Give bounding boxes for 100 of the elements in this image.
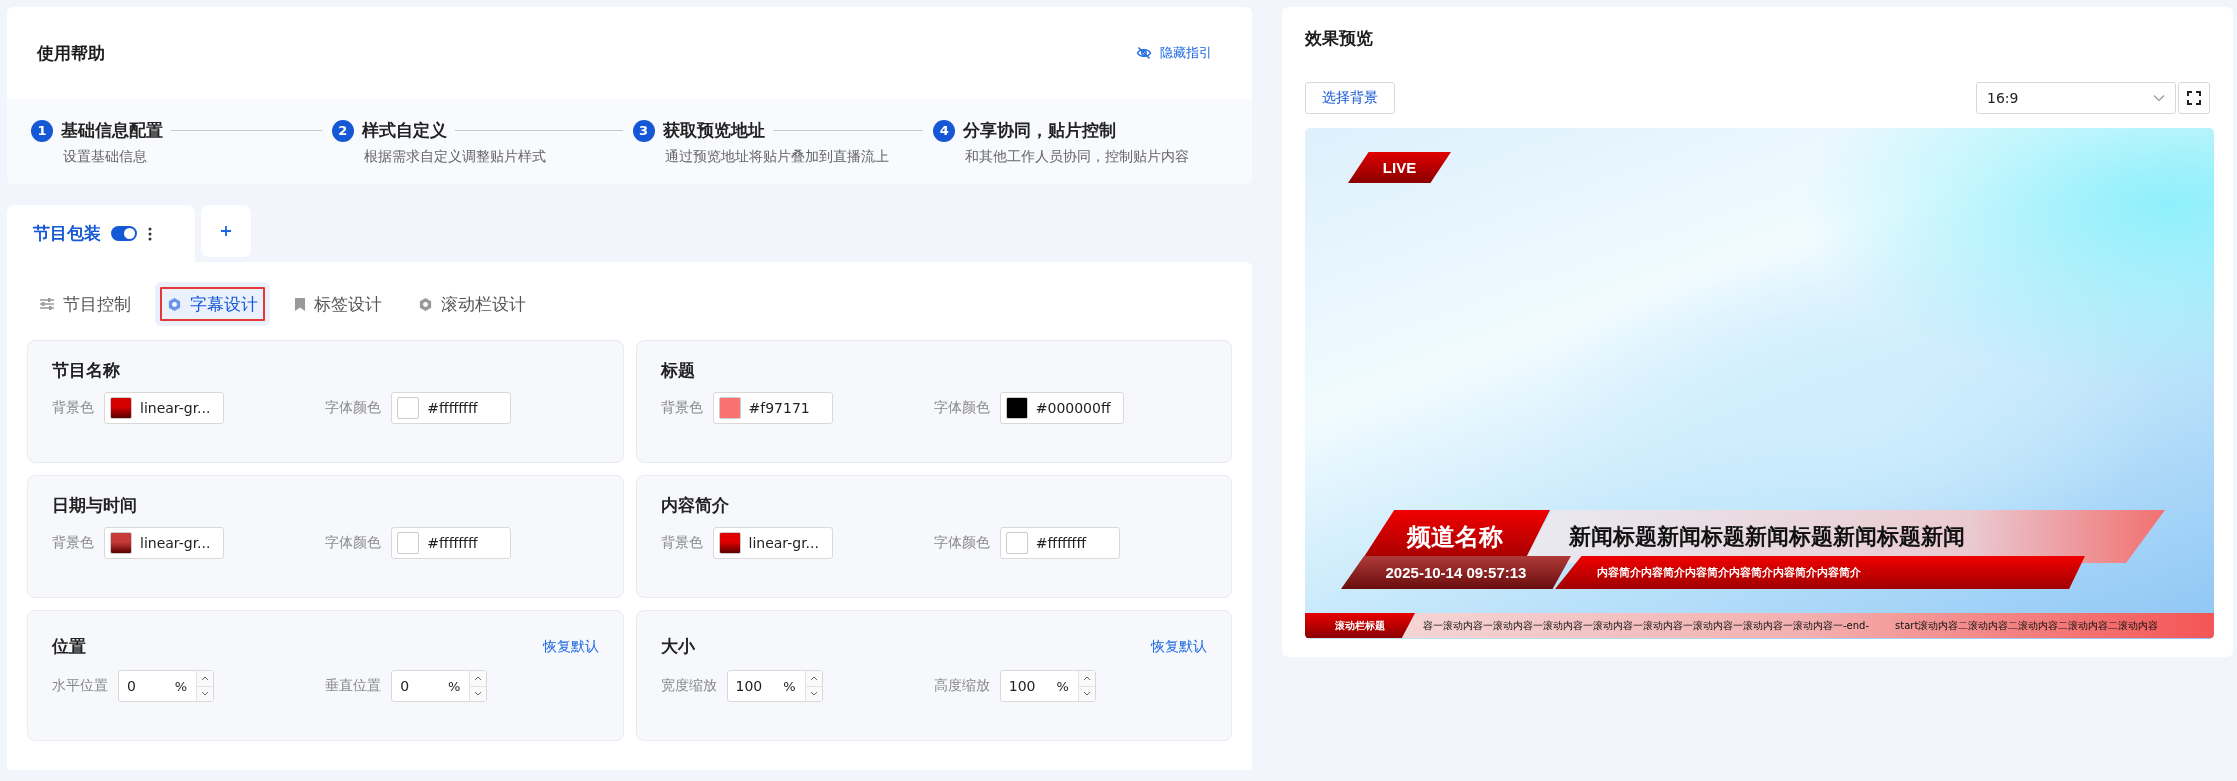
color-value: linear-gr... bbox=[748, 535, 819, 551]
sub-tab[interactable]: 标签设计 bbox=[282, 282, 394, 326]
help-title: 使用帮助 bbox=[37, 41, 105, 65]
toggle-switch[interactable] bbox=[111, 226, 137, 241]
hexagon-icon bbox=[418, 296, 433, 312]
color-field[interactable]: #ffffffff bbox=[391, 392, 512, 424]
field-label: 背景色 bbox=[52, 534, 94, 552]
color-field[interactable]: #f97171 bbox=[712, 392, 833, 424]
card-title: 大小 bbox=[660, 635, 695, 658]
fullscreen-icon bbox=[2187, 91, 2201, 105]
chevron-down-icon bbox=[201, 691, 209, 697]
preview-title: 效果预览 bbox=[1305, 27, 1374, 50]
card-title: 日期与时间 bbox=[52, 494, 137, 517]
sub-tab[interactable]: 字幕设计 bbox=[155, 282, 270, 326]
chevron-up-icon bbox=[809, 675, 818, 681]
step-description: 和其他工作人员协同，控制贴片内容 bbox=[965, 148, 1191, 166]
field-label: 宽度缩放 bbox=[660, 677, 717, 695]
color-field[interactable]: linear-gr... bbox=[104, 392, 224, 424]
number-field[interactable]: 100 % bbox=[726, 670, 823, 702]
sliders-icon bbox=[39, 297, 55, 311]
field-label: 水平位置 bbox=[52, 677, 108, 695]
chevron-up-icon bbox=[1082, 675, 1091, 681]
datetime-banner: 2025-10-14 09:57:13 bbox=[1341, 556, 1571, 589]
reset-link[interactable]: 恢复默认 bbox=[1151, 637, 1207, 656]
chevron-down-icon bbox=[2153, 94, 2165, 102]
step-number: 1 bbox=[31, 119, 53, 142]
step-title: 分享协同，贴片控制 bbox=[963, 119, 1117, 142]
hide-guide-link[interactable]: 隐藏指引 bbox=[1136, 44, 1212, 62]
color-field[interactable]: #000000ff bbox=[999, 392, 1124, 424]
step-title: 基础信息配置 bbox=[61, 119, 163, 142]
sub-tab[interactable]: 节目控制 bbox=[27, 282, 143, 326]
unit-label: % bbox=[782, 678, 797, 694]
tab-label: 节目包装 bbox=[33, 222, 101, 245]
card-title: 位置 bbox=[52, 635, 86, 658]
increment-button[interactable] bbox=[197, 671, 213, 686]
field-label: 背景色 bbox=[660, 399, 703, 417]
field-label: 垂直位置 bbox=[325, 677, 382, 695]
increment-button[interactable] bbox=[1078, 671, 1095, 686]
number-field[interactable]: 0 % bbox=[118, 670, 214, 702]
unit-label: % bbox=[446, 678, 462, 694]
number-value: 100 bbox=[734, 678, 764, 694]
color-value: #ffffffff bbox=[1035, 535, 1087, 551]
color-value: #f97171 bbox=[748, 400, 810, 416]
step-description: 通过预览地址将贴片叠加到直播流上 bbox=[664, 148, 890, 166]
program-tab[interactable]: 节目包装 bbox=[7, 205, 195, 262]
color-value: #ffffffff bbox=[427, 400, 478, 416]
step-description: 根据需求自定义调整贴片样式 bbox=[363, 148, 547, 166]
field-label: 字体颜色 bbox=[933, 534, 990, 552]
chevron-down-icon bbox=[1082, 691, 1091, 697]
color-field[interactable]: linear-gr... bbox=[104, 527, 224, 559]
chevron-up-icon bbox=[201, 675, 209, 681]
ticker-text: 容一滚动内容一滚动内容一滚动内容一滚动内容一滚动内容一滚动内容一滚动内容一滚动内容一-end- bbox=[1423, 618, 1870, 633]
number-value: 100 bbox=[1007, 678, 1037, 694]
number-field[interactable]: 100 % bbox=[999, 670, 1096, 702]
chevron-down-icon bbox=[809, 691, 818, 697]
field-label: 字体颜色 bbox=[325, 534, 382, 552]
reset-link[interactable]: 恢复默认 bbox=[542, 637, 599, 656]
step-number: 3 bbox=[632, 119, 655, 142]
color-value: #ffffffff bbox=[427, 535, 478, 551]
choose-background-button[interactable]: 选择背景 bbox=[1305, 82, 1395, 114]
number-value: 0 bbox=[399, 678, 411, 694]
step-number: 4 bbox=[933, 119, 956, 142]
card-title: 内容简介 bbox=[660, 494, 729, 517]
select-value: 16:9 bbox=[1987, 90, 2019, 106]
card-title: 节目名称 bbox=[52, 359, 120, 382]
fullscreen-button[interactable] bbox=[2178, 82, 2210, 114]
hexagon-icon bbox=[167, 296, 182, 312]
increment-button[interactable] bbox=[805, 671, 822, 686]
number-value: 0 bbox=[126, 678, 137, 694]
field-label: 字体颜色 bbox=[933, 399, 990, 417]
ticker-text: start滚动内容二滚动内容二滚动内容二滚动内容二滚动内容 bbox=[1895, 618, 2159, 633]
step-description: 设置基础信息 bbox=[63, 148, 148, 166]
increment-button[interactable] bbox=[470, 671, 487, 686]
chevron-up-icon bbox=[474, 675, 483, 681]
color-value: linear-gr... bbox=[140, 400, 211, 416]
color-field[interactable]: #ffffffff bbox=[391, 527, 512, 559]
sub-tab[interactable]: 滚动栏设计 bbox=[406, 282, 538, 326]
ticker-title: 滚动栏标题 bbox=[1305, 613, 1415, 638]
number-field[interactable]: 0 % bbox=[391, 670, 488, 702]
more-icon[interactable] bbox=[147, 225, 153, 242]
field-label: 高度缩放 bbox=[933, 677, 990, 695]
color-field[interactable]: #ffffffff bbox=[999, 527, 1120, 559]
plus-icon bbox=[220, 225, 232, 237]
chevron-down-icon bbox=[474, 691, 483, 697]
step-title: 获取预览地址 bbox=[662, 119, 765, 142]
color-value: #000000ff bbox=[1035, 400, 1111, 416]
unit-label: % bbox=[1055, 678, 1070, 694]
color-field[interactable]: linear-gr... bbox=[712, 527, 833, 559]
step-title: 样式自定义 bbox=[361, 119, 447, 142]
field-label: 背景色 bbox=[660, 534, 703, 552]
field-label: 背景色 bbox=[52, 399, 94, 417]
field-label: 字体颜色 bbox=[325, 399, 382, 417]
summary-banner: 内容简介内容简介内容简介内容简介内容简介内容简介 bbox=[1555, 556, 2085, 589]
color-value: linear-gr... bbox=[140, 535, 211, 551]
ratio-select[interactable]: 16:9 bbox=[1976, 82, 2176, 114]
live-badge: LIVE bbox=[1348, 152, 1451, 183]
card-title: 标题 bbox=[660, 359, 695, 382]
unit-label: % bbox=[173, 678, 188, 694]
bookmark-icon bbox=[294, 296, 306, 312]
eye-off-icon bbox=[1136, 45, 1152, 61]
